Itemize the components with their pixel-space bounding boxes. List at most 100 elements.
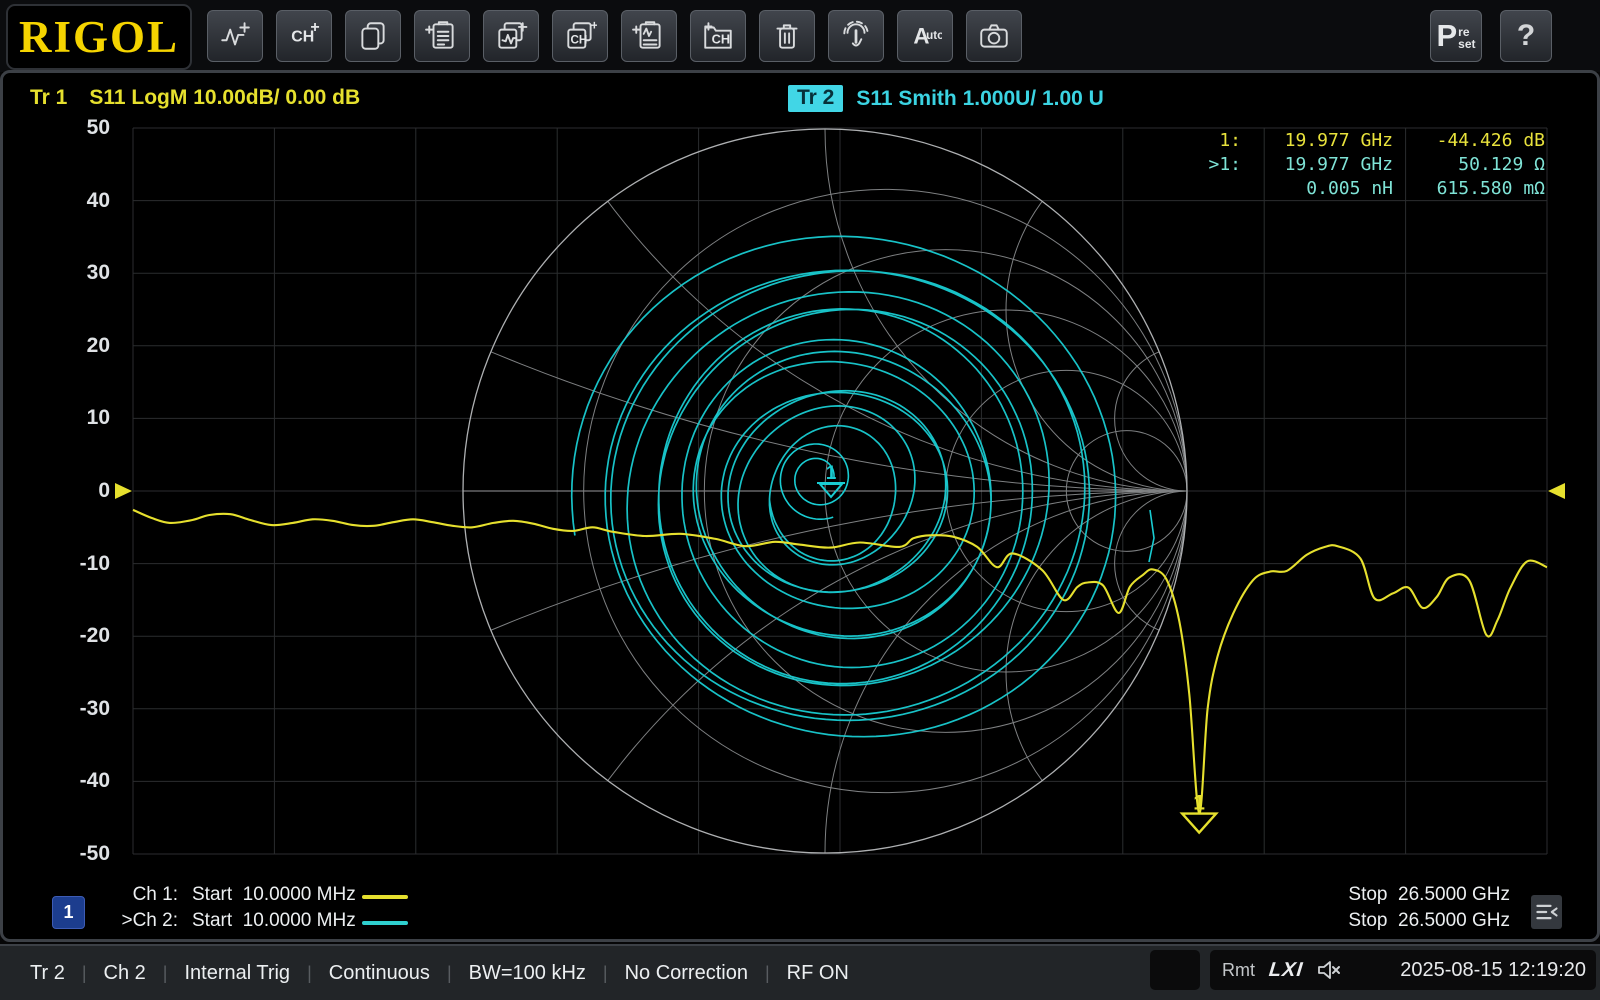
preset-bottom-text: set bbox=[1458, 38, 1475, 50]
waveform-plus-icon bbox=[218, 19, 252, 53]
y-axis-label: -10 bbox=[34, 551, 110, 577]
windows-waveform-plus-icon bbox=[494, 19, 528, 53]
svg-text:1: 1 bbox=[1193, 792, 1205, 815]
menu-collapse-button[interactable] bbox=[1531, 895, 1562, 929]
status-item: Ch 2 bbox=[104, 962, 146, 985]
camera-icon bbox=[977, 19, 1011, 53]
trace-setup-button[interactable] bbox=[621, 10, 677, 62]
status-separator: | bbox=[603, 963, 608, 984]
status-separator: | bbox=[447, 963, 452, 984]
status-separator: | bbox=[82, 963, 87, 984]
marker-readout-value: -44.426 dB bbox=[1393, 129, 1545, 153]
marker-readout-freq: 0.005 nH bbox=[1241, 177, 1393, 201]
y-axis-label: 20 bbox=[34, 333, 110, 359]
status-spare-box bbox=[1150, 950, 1200, 990]
y-axis-label: -50 bbox=[34, 841, 110, 867]
copy-trace-window-button[interactable] bbox=[483, 10, 539, 62]
tr2-trace-tail bbox=[1149, 510, 1154, 562]
y-axis-label: 10 bbox=[34, 405, 110, 431]
auto-icon: Auto bbox=[908, 19, 942, 53]
channel-folder-button[interactable]: CH bbox=[690, 10, 746, 62]
trace1-label: Tr 1 bbox=[30, 86, 67, 109]
y-axis-label: -40 bbox=[34, 768, 110, 794]
add-trace-button[interactable] bbox=[207, 10, 263, 62]
marker-readout-value: 615.580 mΩ bbox=[1393, 177, 1545, 201]
copy-icon bbox=[356, 19, 390, 53]
svg-text:uto: uto bbox=[926, 29, 942, 42]
measurement-plot[interactable]: 11 bbox=[0, 72, 1600, 940]
trace2-active-badge: Tr 2 bbox=[788, 85, 843, 112]
svg-text:1: 1 bbox=[826, 463, 837, 484]
status-system-box: Rmt LXI 2025-08-15 12:19:20 bbox=[1210, 950, 1596, 990]
channel-start-frequency[interactable]: Start 10.0000 MHz bbox=[192, 910, 356, 932]
menu-collapse-icon bbox=[1534, 899, 1560, 925]
y-axis-label: 30 bbox=[34, 260, 110, 286]
help-icon: ? bbox=[1517, 19, 1535, 53]
svg-text:CH: CH bbox=[570, 33, 587, 46]
marker-readout-label: 1: bbox=[1189, 129, 1241, 153]
status-item: BW=100 kHz bbox=[469, 962, 586, 985]
marker-readout-freq: 19.977 GHz bbox=[1241, 129, 1393, 153]
y-axis-label: 40 bbox=[34, 188, 110, 214]
clipboard-waveform-icon bbox=[632, 19, 666, 53]
delete-button[interactable] bbox=[759, 10, 815, 62]
channel-label: >Ch 2: bbox=[106, 910, 178, 932]
marker-readout-label bbox=[1189, 177, 1241, 201]
preset-big-letter: P bbox=[1436, 23, 1457, 49]
remote-indicator: Rmt bbox=[1222, 960, 1255, 981]
channel-label: Ch 1: bbox=[106, 884, 178, 906]
channel-info-row: >Ch 2: Start 10.0000 MHz Stop 26.5000 GHz bbox=[0, 910, 1600, 936]
trace1-detail: S11 LogM 10.00dB/ 0.00 dB bbox=[89, 86, 360, 109]
autoscale-button[interactable]: Auto bbox=[897, 10, 953, 62]
channel-start-frequency[interactable]: Start 10.0000 MHz bbox=[192, 884, 356, 906]
y-axis-label: -20 bbox=[34, 623, 110, 649]
preset-button[interactable]: P re set bbox=[1430, 10, 1482, 62]
preset-top-text: re bbox=[1458, 26, 1475, 38]
status-separator: | bbox=[163, 963, 168, 984]
channel-stop-frequency[interactable]: Stop 26.5000 GHz bbox=[1348, 910, 1510, 932]
tr2-smith-trace bbox=[572, 236, 1116, 736]
status-separator: | bbox=[307, 963, 312, 984]
status-item: Continuous bbox=[329, 962, 430, 985]
trace1-info[interactable]: Tr 1 S11 LogM 10.00dB/ 0.00 dB bbox=[30, 86, 360, 110]
status-item: No Correction bbox=[625, 962, 748, 985]
ref-level-triangle-left bbox=[115, 483, 132, 499]
copy-channel-window-button[interactable]: CH+ bbox=[552, 10, 608, 62]
ref-level-triangle-right bbox=[1548, 483, 1565, 499]
trace-color-swatch bbox=[362, 895, 408, 899]
status-item: Tr 2 bbox=[30, 962, 65, 985]
touch-button[interactable] bbox=[828, 10, 884, 62]
trace2-detail: S11 Smith 1.000U/ 1.00 U bbox=[856, 87, 1103, 111]
speaker-muted-icon[interactable] bbox=[1316, 959, 1342, 981]
copy-channel-button[interactable] bbox=[345, 10, 401, 62]
folder-channel-icon: CH bbox=[701, 19, 735, 53]
marker-readout: 1:19.977 GHz-44.426 dB>1:19.977 GHz50.12… bbox=[1189, 129, 1545, 201]
trash-icon bbox=[770, 19, 804, 53]
trace-marker-1: 1 bbox=[1182, 792, 1216, 833]
trace-color-swatch bbox=[362, 921, 408, 925]
channel-stop-frequency[interactable]: Stop 26.5000 GHz bbox=[1348, 884, 1510, 906]
measure-table-button[interactable] bbox=[414, 10, 470, 62]
channel-plus-icon: CH+ bbox=[287, 19, 321, 53]
svg-text:CH: CH bbox=[712, 31, 730, 46]
smith-marker-1: 1 bbox=[817, 463, 845, 497]
y-axis-label: -30 bbox=[34, 696, 110, 722]
trace2-info[interactable]: Tr 2 S11 Smith 1.000U/ 1.00 U bbox=[788, 85, 1104, 112]
toolbar-button-row: CH+CH+CHAuto bbox=[207, 10, 1022, 62]
help-button[interactable]: ? bbox=[1500, 10, 1552, 62]
touch-icon bbox=[839, 19, 873, 53]
add-channel-button[interactable]: CH+ bbox=[276, 10, 332, 62]
screenshot-button[interactable] bbox=[966, 10, 1022, 62]
y-axis-label: 0 bbox=[34, 478, 110, 504]
marker-readout-value: 50.129 Ω bbox=[1393, 153, 1545, 177]
svg-text:+: + bbox=[310, 19, 319, 36]
lxi-logo: LXI bbox=[1268, 959, 1305, 982]
status-item: Internal Trig bbox=[184, 962, 290, 985]
y-axis-label: 50 bbox=[34, 115, 110, 141]
rigol-logo: RIGOL bbox=[6, 4, 192, 70]
tr2-inner-arc bbox=[780, 444, 848, 519]
datetime: 2025-08-15 12:19:20 bbox=[1400, 959, 1586, 982]
windows-channel-plus-icon: CH+ bbox=[563, 19, 597, 53]
status-item: RF ON bbox=[787, 962, 849, 985]
channel-info-row: Ch 1: Start 10.0000 MHz Stop 26.5000 GHz bbox=[0, 884, 1600, 910]
